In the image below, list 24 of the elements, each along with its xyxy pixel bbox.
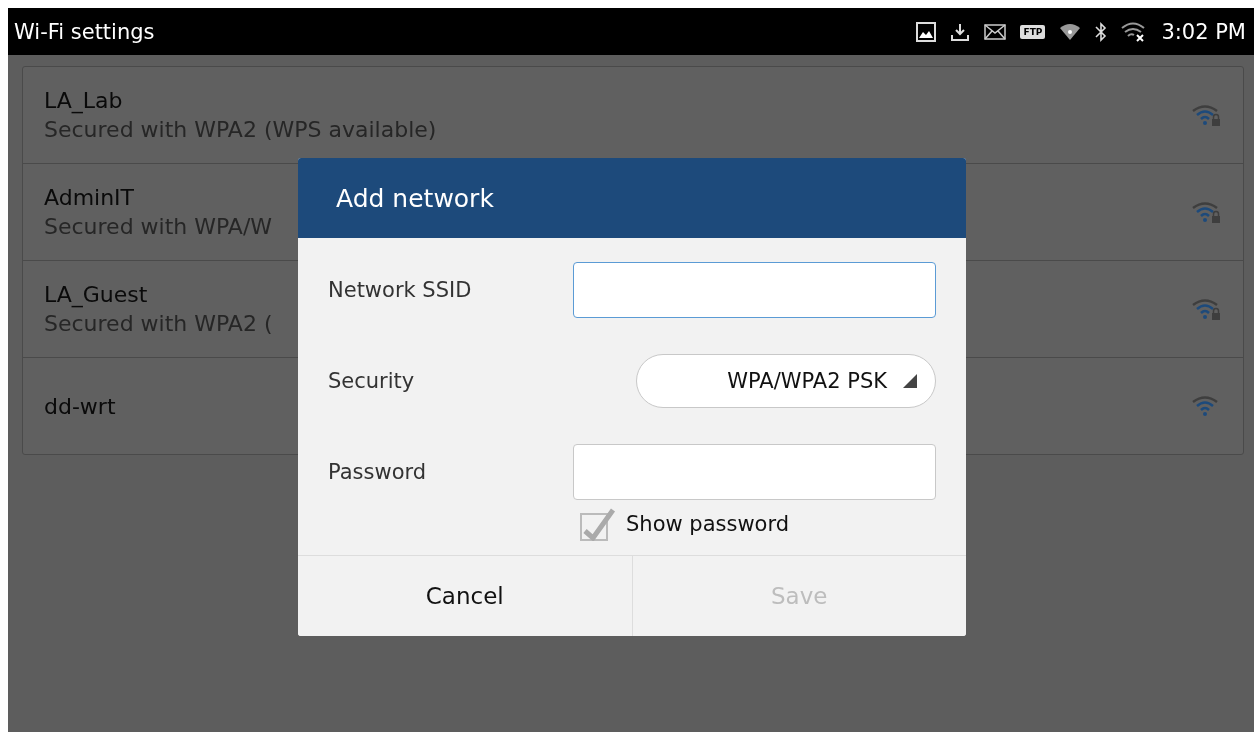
- input-field[interactable]: [573, 262, 936, 318]
- network-name: AdminIT: [44, 185, 135, 210]
- field-label: Network SSID: [328, 278, 473, 302]
- dialog-title: Add network: [298, 158, 966, 238]
- clock-time: 3:02 PM: [1161, 19, 1246, 44]
- screen-title: Wi-Fi settings: [14, 19, 156, 44]
- network-name: LA_Guest: [44, 282, 148, 307]
- mail-icon: [984, 23, 1007, 40]
- checkbox-label: Show password: [626, 512, 790, 536]
- dropdown-triangle-icon: [903, 374, 917, 388]
- image-icon: [916, 21, 937, 42]
- network-name: dd-wrt: [44, 393, 116, 419]
- field-label: Password: [328, 460, 428, 484]
- network-security: Secured with WPA/W: [44, 214, 273, 239]
- show-password-checkbox[interactable]: [580, 507, 616, 541]
- network-security: Secured with WPA2 (: [44, 311, 273, 336]
- field-label: Security: [328, 369, 416, 393]
- ftp-badge: FTP: [1020, 24, 1046, 39]
- input-field[interactable]: [573, 444, 936, 500]
- security-dropdown[interactable]: WPA/WPA2 PSK: [636, 354, 936, 408]
- bluetooth-icon: [1095, 21, 1108, 42]
- network-security: Secured with WPA2 (WPS available): [44, 117, 437, 142]
- download-icon: [950, 21, 971, 42]
- network-name: LA_Lab: [44, 88, 123, 113]
